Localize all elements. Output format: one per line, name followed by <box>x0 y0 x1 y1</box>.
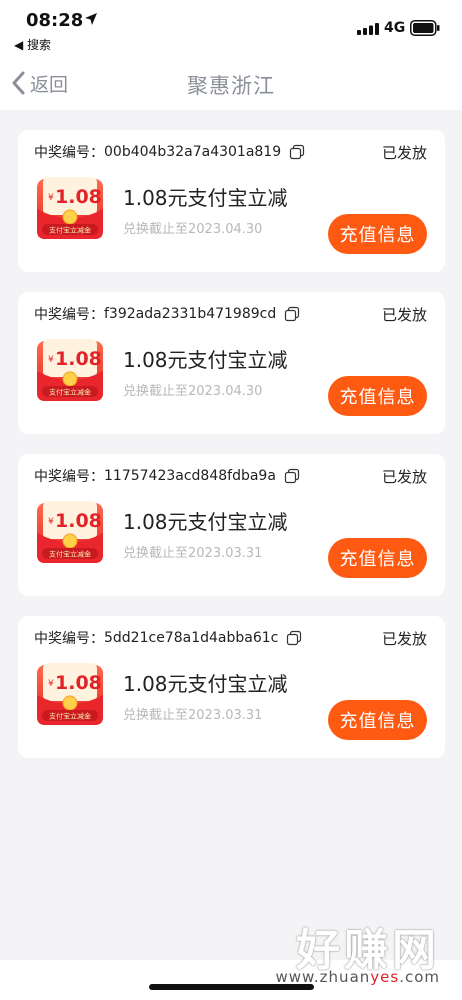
back-to-search-app[interactable]: ◀ 搜索 <box>14 36 51 53</box>
status-bar: 08:28 ◀ 搜索 4G <box>0 0 462 56</box>
prize-status: 已发放 <box>381 468 427 486</box>
watermark-url-accent: yes <box>370 968 400 986</box>
coupon-amount: 1.08 <box>55 186 102 208</box>
prize-title: 1.08元支付宝立减 <box>123 348 288 372</box>
prize-deadline: 兑换截止至2023.04.30 <box>123 222 263 237</box>
location-arrow-icon <box>85 13 97 25</box>
prize-deadline: 兑换截止至2023.04.30 <box>123 384 263 399</box>
coupon-amount: 1.08 <box>55 348 102 370</box>
coupon-caption: 支付宝立减金 <box>49 388 91 397</box>
coupon-amount: 1.08 <box>55 672 102 694</box>
copy-icon[interactable] <box>284 468 300 484</box>
prize-id-row: 中奖编号： f392ada2331b471989cd <box>34 304 300 324</box>
cellular-signal-icon <box>357 23 379 35</box>
watermark-url-suffix: .com <box>399 968 440 986</box>
prize-id-value: 00b404b32a7a4301a819 <box>104 144 282 160</box>
copy-icon[interactable] <box>289 144 305 160</box>
battery-icon <box>410 20 440 36</box>
red-envelope-coupon-image: ¥ 1.08 支付宝立减金 <box>37 339 103 401</box>
red-envelope-coupon-image: ¥ 1.08 支付宝立减金 <box>37 663 103 725</box>
copy-icon[interactable] <box>284 306 300 322</box>
prize-status: 已发放 <box>381 144 427 162</box>
coupon-currency: ¥ <box>48 355 54 365</box>
prize-title: 1.08元支付宝立减 <box>123 510 288 534</box>
prize-id-label: 中奖编号： <box>34 307 104 323</box>
prize-id-label: 中奖编号： <box>34 469 104 485</box>
red-envelope-coupon-image: ¥ 1.08 支付宝立减金 <box>37 177 103 239</box>
coupon-caption: 支付宝立减金 <box>49 226 91 235</box>
prize-card: 中奖编号： 5dd21ce78a1d4abba61c 已发放 ¥ 1.08 支付… <box>18 616 445 758</box>
coupon-currency: ¥ <box>48 517 54 527</box>
prize-status: 已发放 <box>381 306 427 324</box>
recharge-info-button[interactable]: 充值信息 <box>328 214 427 254</box>
coupon-caption: 支付宝立减金 <box>49 712 91 721</box>
prize-id-value: f392ada2331b471989cd <box>104 306 277 322</box>
recharge-info-button[interactable]: 充值信息 <box>328 376 427 416</box>
nav-bar: 返回 聚惠浙江 <box>0 56 462 110</box>
prize-id-row: 中奖编号： 11757423acd848fdba9a <box>34 466 300 486</box>
copy-icon[interactable] <box>286 630 302 646</box>
prize-status: 已发放 <box>381 630 427 648</box>
prize-id-label: 中奖编号： <box>34 631 104 647</box>
prize-card: 中奖编号： f392ada2331b471989cd 已发放 ¥ 1.08 支付… <box>18 292 445 434</box>
coupon-caption: 支付宝立减金 <box>49 550 91 559</box>
prize-id-value: 5dd21ce78a1d4abba61c <box>104 630 279 646</box>
prize-id-value: 11757423acd848fdba9a <box>104 468 276 484</box>
prize-deadline: 兑换截止至2023.03.31 <box>123 708 263 723</box>
prize-id-label: 中奖编号： <box>34 145 104 161</box>
coupon-amount: 1.08 <box>55 510 102 532</box>
home-indicator <box>149 984 314 990</box>
prize-id-row: 中奖编号： 5dd21ce78a1d4abba61c <box>34 628 302 648</box>
network-type: 4G <box>384 20 406 36</box>
red-envelope-coupon-image: ¥ 1.08 支付宝立减金 <box>37 501 103 563</box>
prize-id-row: 中奖编号： 00b404b32a7a4301a819 <box>34 142 305 162</box>
prize-title: 1.08元支付宝立减 <box>123 186 288 210</box>
recharge-info-button[interactable]: 充值信息 <box>328 538 427 578</box>
status-time: 08:28 <box>26 10 84 31</box>
page-title: 聚惠浙江 <box>187 74 275 98</box>
coupon-currency: ¥ <box>48 193 54 203</box>
prize-card: 中奖编号： 11757423acd848fdba9a 已发放 ¥ 1.08 支付… <box>18 454 445 596</box>
prize-card: 中奖编号： 00b404b32a7a4301a819 已发放 ¥ 1.08 支付… <box>18 130 445 272</box>
coupon-currency: ¥ <box>48 679 54 689</box>
prize-deadline: 兑换截止至2023.03.31 <box>123 546 263 561</box>
prize-title: 1.08元支付宝立减 <box>123 672 288 696</box>
recharge-info-button[interactable]: 充值信息 <box>328 700 427 740</box>
